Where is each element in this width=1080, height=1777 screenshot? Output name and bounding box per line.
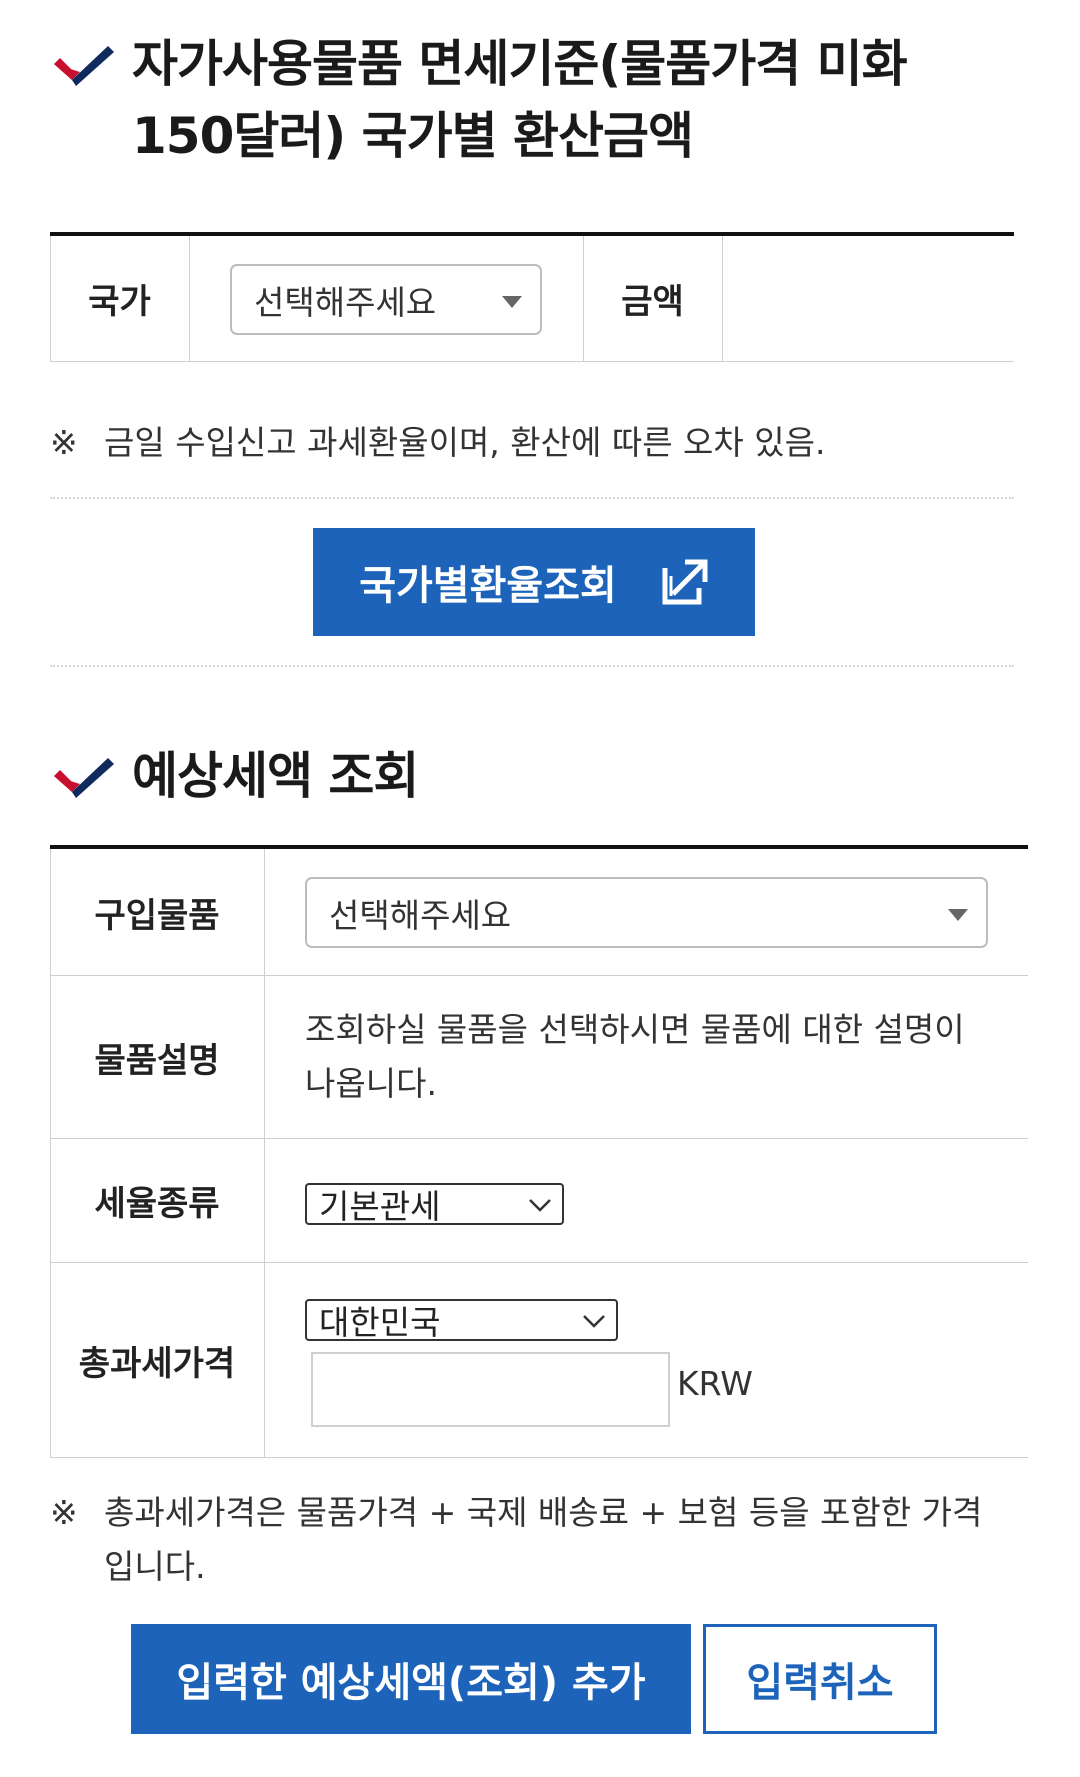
dotted-divider [50,497,1014,499]
table-divider [264,849,265,1457]
chevron-down-icon [583,1315,605,1328]
country-label: 국가 [88,282,151,322]
chevron-down-icon [529,1199,551,1212]
tax-type-label: 세율종류 [94,1184,220,1224]
exchange-rate-lookup-button[interactable]: 국가별환율조회 [313,528,755,636]
table-divider [189,236,190,361]
table-top-border [50,232,1014,236]
item-select-value: 선택해주세요 [329,895,512,935]
add-estimated-tax-button[interactable]: 입력한 예상세액(조회) 추가 [131,1624,691,1734]
total-taxable-price-label: 총과세가격 [78,1343,236,1384]
tax-type-select[interactable]: 기본관세 [305,1183,564,1226]
item-label: 구입물품 [94,895,220,936]
title-line-2: 150달러) 국가별 환산금액 [132,107,694,165]
currency-country-select[interactable]: 대한민국 [305,1299,618,1342]
taxable-price-note-line: 총과세가격은 물품가격 + 국제 배송료 + 보험 등을 포함한 가격 [104,1493,983,1532]
title-line-1: 자가사용물품 면세기준(물품가격 미화 [132,35,908,93]
item-description-line: 조회하실 물품을 선택하시면 물품에 대한 설명이 [305,1010,965,1049]
dropdown-arrow-icon [948,909,968,921]
description-label: 물품설명 [94,1040,220,1081]
taxable-price-note: 총과세가격은 물품가격 + 국제 배송료 + 보험 등을 포함한 가격 입니다. [104,1486,982,1594]
currency-country-select-value: 대한민국 [319,1303,441,1342]
exchange-rate-lookup-label: 국가별환율조회 [359,563,617,609]
dropdown-arrow-icon [502,296,522,308]
section-title-duty-free: 자가사용물품 면세기준(물품가격 미화 150달러) 국가별 환산금액 [132,28,908,172]
note-mark: ※ [50,423,78,462]
taxable-price-note-line: 입니다. [104,1547,206,1586]
item-description-line: 나옵니다. [305,1064,437,1103]
price-input[interactable] [311,1352,670,1427]
external-link-icon [662,559,708,605]
check-mark-icon [54,46,114,86]
item-description: 조회하실 물품을 선택하시면 물품에 대한 설명이 나옵니다. [305,1003,965,1111]
currency-unit: KRW [677,1364,753,1403]
table-divider [722,236,723,361]
tax-type-select-value: 기본관세 [319,1187,441,1226]
table-bottom-border [50,361,1014,362]
item-select[interactable]: 선택해주세요 [305,877,988,948]
exchange-rate-note: 금일 수입신고 과세환율이며, 환산에 따른 오차 있음. [104,423,826,462]
table-bottom-border [50,1457,1028,1458]
note-mark: ※ [50,1493,78,1532]
dotted-divider [50,665,1014,667]
check-mark-icon [54,758,114,798]
country-select-value: 선택해주세요 [254,282,437,322]
country-select[interactable]: 선택해주세요 [230,264,542,335]
amount-label: 금액 [621,282,684,322]
cancel-input-button[interactable]: 입력취소 [703,1624,937,1734]
section-title-tax-estimate: 예상세액 조회 [132,747,419,805]
